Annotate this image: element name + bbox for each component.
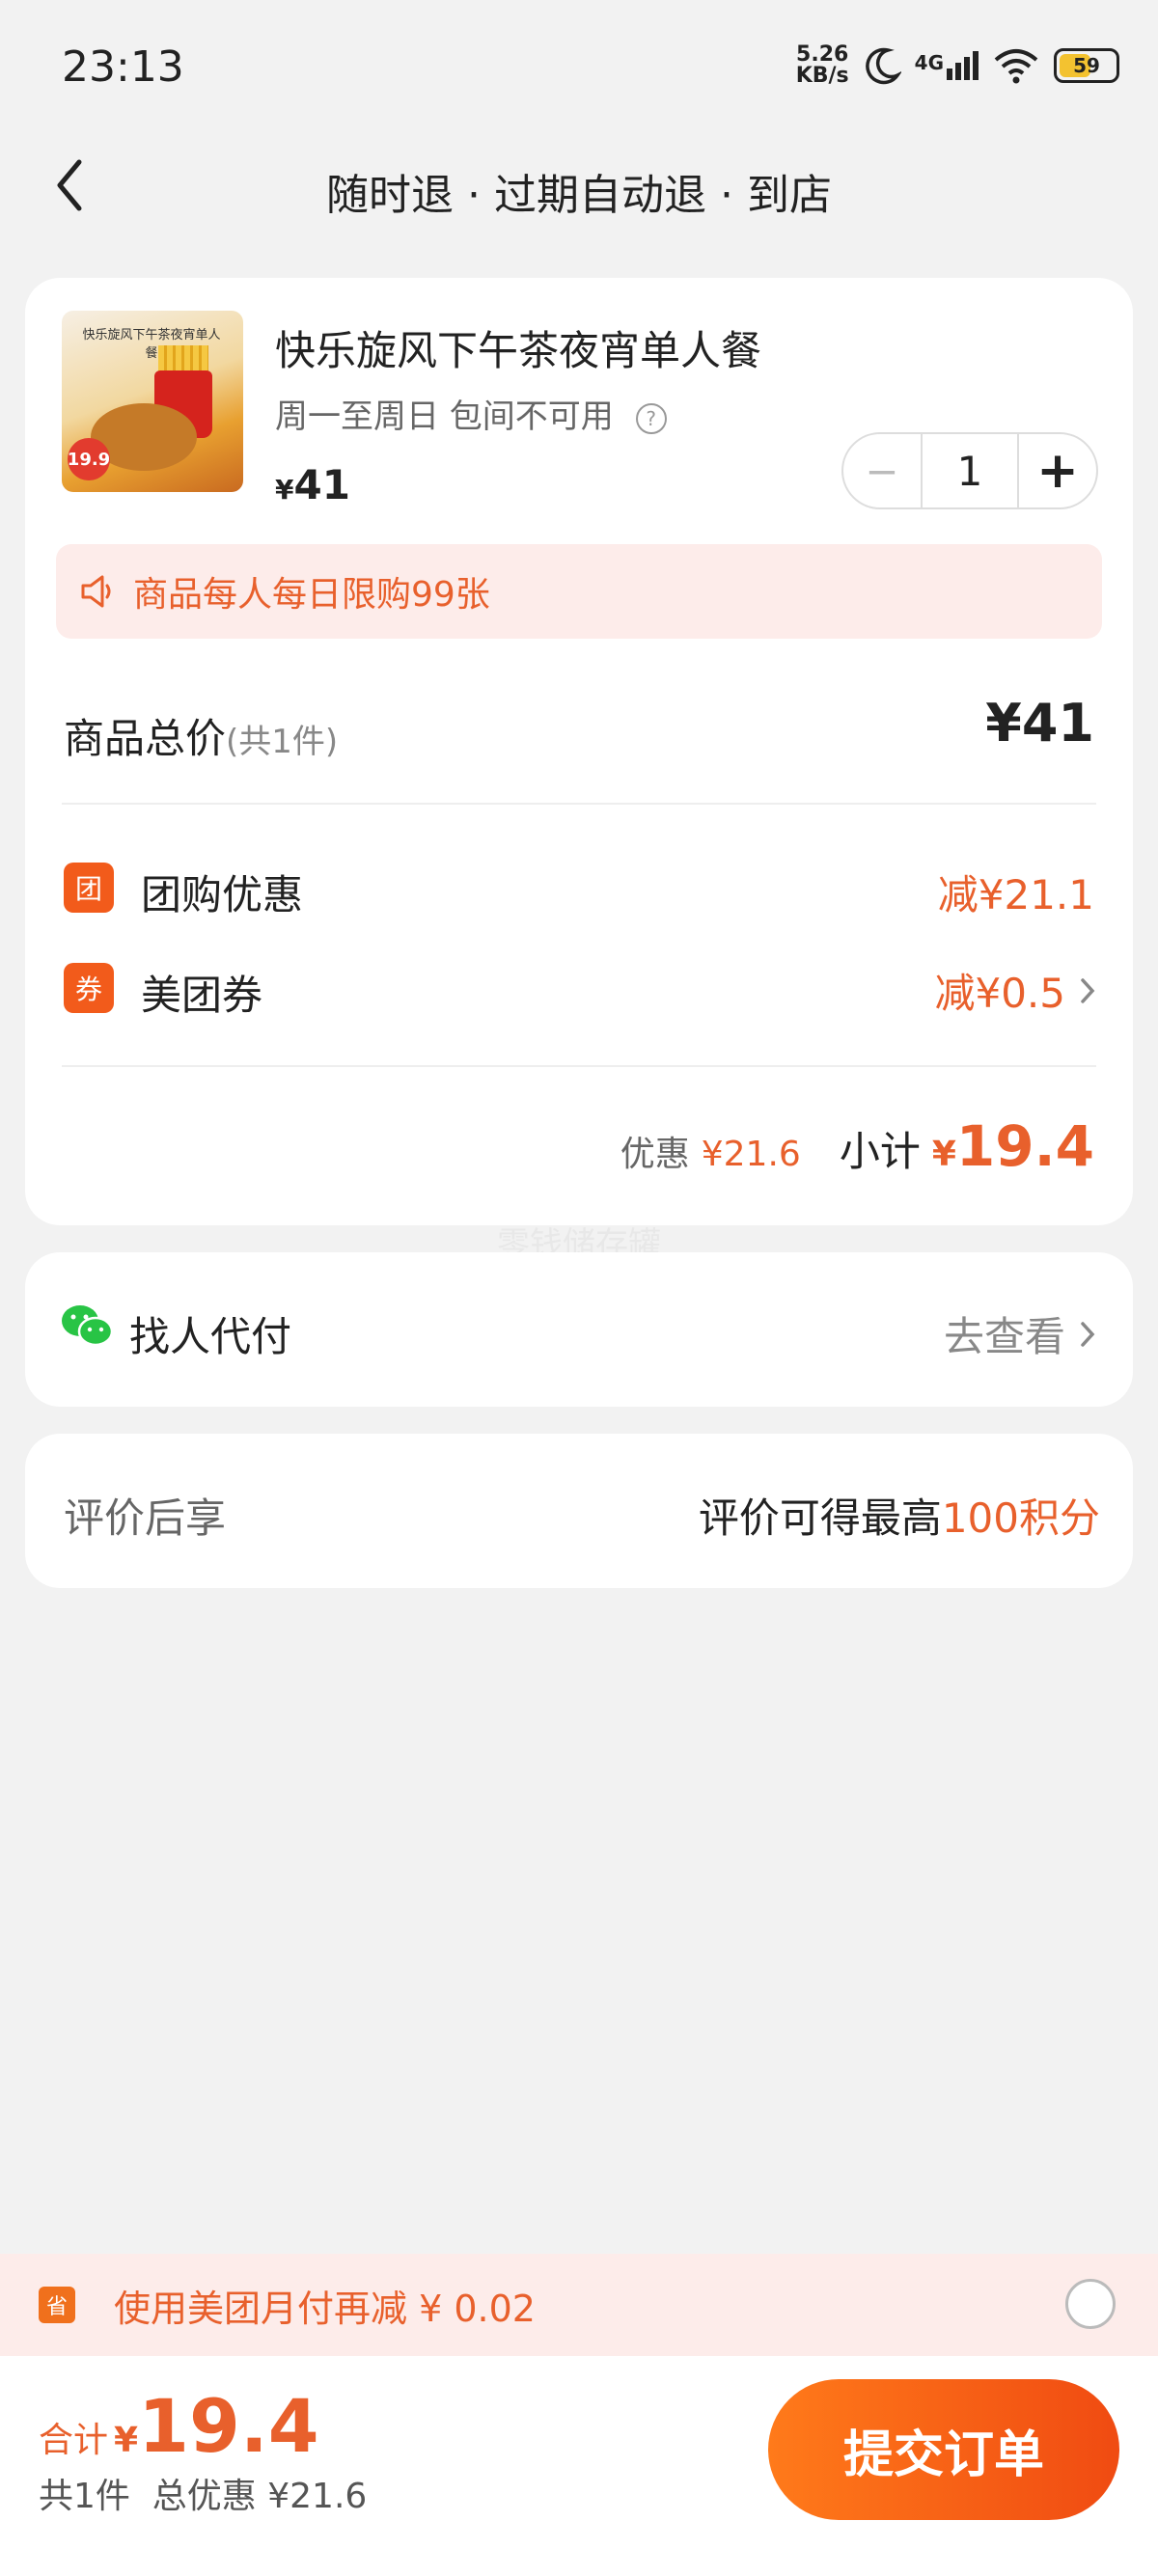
divider	[62, 803, 1096, 805]
status-bar: 23:13 5.26 KB/s 4G 59	[0, 0, 1158, 135]
net-speed-unit: KB/s	[795, 64, 849, 88]
monthly-pay-promo-text: 使用美团月付再减 ¥ 0.02	[114, 2287, 536, 2330]
battery-icon: 59	[1054, 48, 1119, 83]
grand-total-currency: ¥	[114, 2421, 139, 2460]
increase-button[interactable]: +	[1019, 434, 1096, 507]
group-buy-label: 团购优惠	[141, 871, 304, 918]
network-type: 4G	[914, 51, 944, 74]
goods-total-label: 商品总价(共1件)	[64, 706, 338, 765]
save-icon: 省	[39, 2287, 75, 2323]
speaker-icon	[81, 575, 111, 608]
status-icons: 5.26 KB/s 4G 59	[796, 44, 1119, 87]
price-badge: 19.9	[68, 438, 110, 480]
cell-signal-icon: 4G	[915, 51, 979, 80]
group-buy-tag: 团	[64, 863, 114, 913]
subtotal-currency: ¥	[931, 1135, 956, 1174]
help-icon[interactable]: ?	[635, 402, 667, 434]
coupon-selector[interactable]: 减¥0.5	[934, 961, 1100, 1020]
discount-value: ¥21.6	[701, 1135, 801, 1174]
goods-total-value: ¥41	[985, 693, 1094, 754]
pay-for-me-label: 找人代付	[129, 1313, 292, 1360]
purchase-limit-text: 商品每人每日限购99张	[133, 575, 490, 615]
monthly-pay-promo[interactable]: 省 使用美团月付再减 ¥ 0.02	[0, 2254, 1158, 2356]
product-name: 快乐旋风下午茶夜宵单人餐	[275, 327, 762, 374]
grand-total: 合计 ¥ 19.4	[39, 2383, 319, 2469]
page-title: 随时退 · 过期自动退 · 到店	[326, 171, 832, 220]
grand-total-label: 合计	[39, 2421, 109, 2460]
coupon-label: 美团券	[141, 972, 263, 1019]
pay-for-me-action[interactable]: 去查看	[944, 1304, 1100, 1363]
purchase-limit-notice: 商品每人每日限购99张	[56, 544, 1102, 639]
discount-label: 优惠	[620, 1135, 690, 1174]
wechat-icon	[62, 1305, 114, 1347]
divider	[62, 1065, 1096, 1067]
product-price: ¥41	[275, 461, 350, 508]
chevron-right-icon	[1081, 1321, 1095, 1347]
pay-for-me-action-text: 去查看	[943, 1313, 1065, 1360]
review-reward: 评价可得最高100积分	[699, 1486, 1100, 1545]
review-reward-text: 评价可得最高	[698, 1494, 942, 1542]
group-buy-value: 减¥21.1	[937, 871, 1094, 918]
product-price-value: 41	[293, 461, 350, 508]
coupon-value: 减¥0.5	[934, 970, 1065, 1017]
status-time: 23:13	[62, 42, 184, 92]
coupon-tag: 券	[64, 963, 114, 1013]
decrease-button[interactable]: −	[843, 434, 921, 507]
review-points: 100积分	[941, 1494, 1100, 1542]
wifi-icon	[994, 49, 1038, 84]
subtotal-label: 小计	[839, 1128, 921, 1175]
subtotal-row: 优惠 ¥21.6 小计 ¥ 19.4	[620, 1113, 1094, 1179]
submit-order-button[interactable]: 提交订单	[768, 2379, 1119, 2520]
quantity-value[interactable]: 1	[921, 434, 1019, 507]
order-summary: 共1件 总优惠 ¥21.6	[39, 2477, 368, 2516]
grand-total-value: 19.4	[138, 2383, 319, 2469]
net-speed-value: 5.26	[796, 42, 849, 67]
net-speed: 5.26 KB/s	[796, 44, 849, 87]
product-subtitle: 周一至周日 包间不可用 ?	[275, 390, 667, 437]
subtotal-value: 19.4	[955, 1113, 1094, 1179]
quantity-stepper[interactable]: − 1 +	[841, 432, 1098, 509]
product-image[interactable]: 快乐旋风下午茶夜宵单人餐 19.9	[62, 311, 243, 492]
moon-icon	[865, 47, 901, 85]
product-price-currency: ¥	[275, 474, 294, 506]
battery-level: 59	[1073, 54, 1100, 77]
monthly-pay-radio[interactable]	[1065, 2279, 1116, 2329]
goods-total-label-text: 商品总价	[64, 715, 227, 762]
product-subtitle-text: 周一至周日 包间不可用	[275, 397, 614, 436]
review-label: 评价后享	[64, 1494, 227, 1542]
goods-count: (共1件)	[226, 723, 339, 761]
chevron-right-icon	[1081, 977, 1095, 1003]
